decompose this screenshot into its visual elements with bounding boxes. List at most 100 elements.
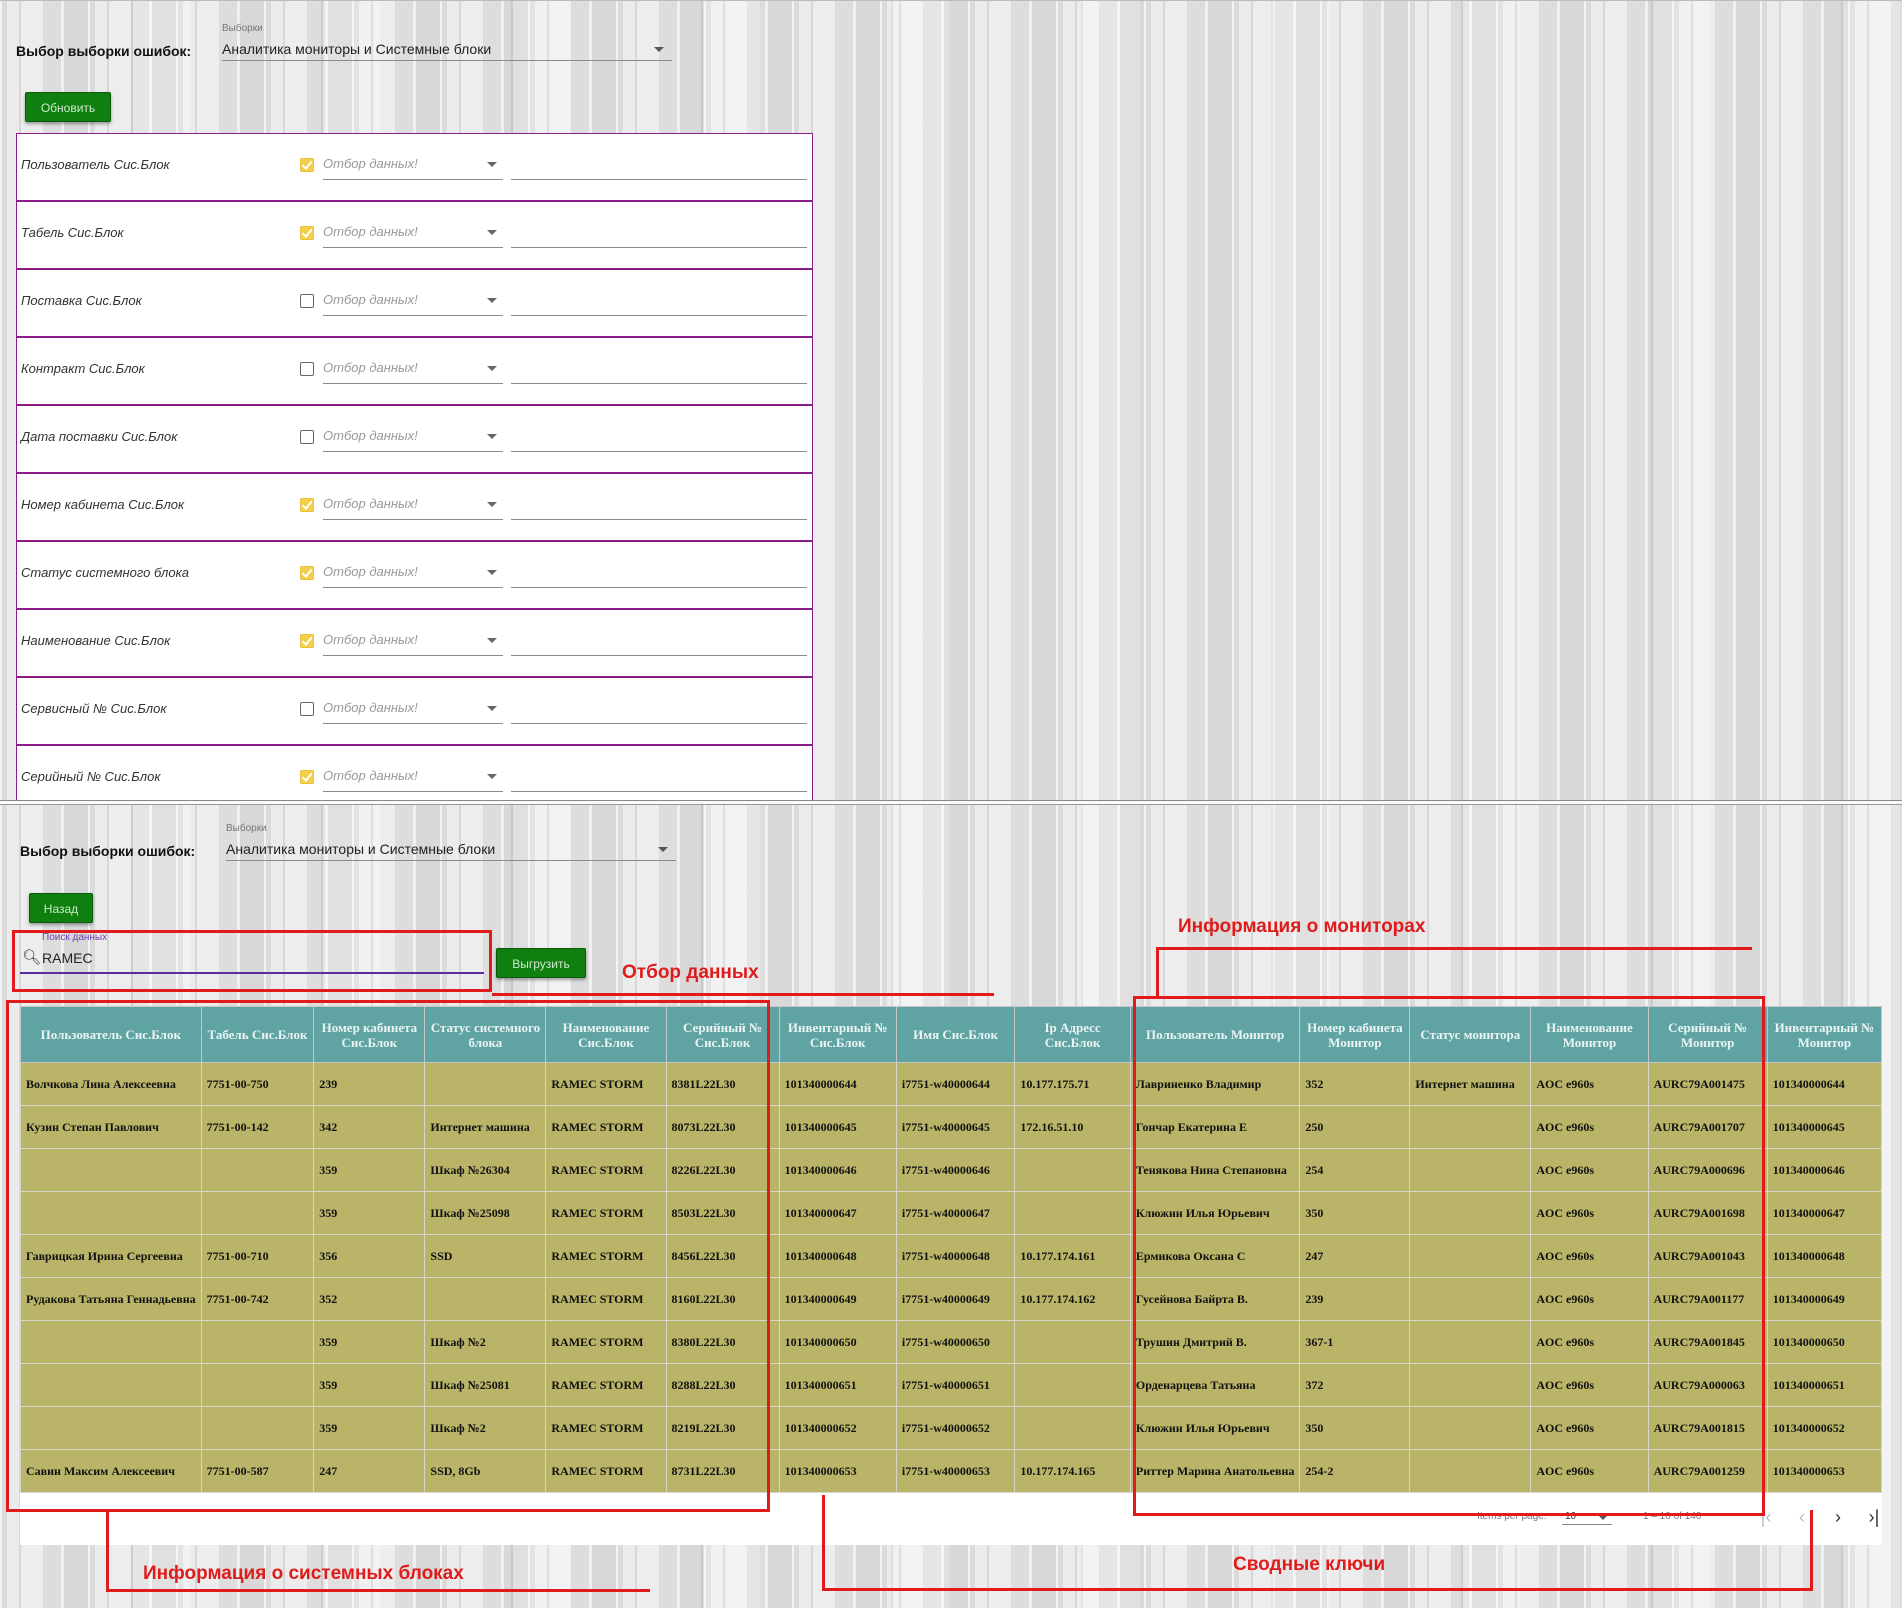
filter-row: Статус системного блока Отбор данных! [17,542,812,610]
table-cell: i7751-w40000649 [895,1277,1016,1321]
filter-value-input[interactable] [511,420,807,452]
filter-placeholder: Отбор данных! [323,292,418,307]
filter-placeholder: Отбор данных! [323,700,418,715]
table-cell: 101340000650 [1766,1320,1882,1364]
table-cell: 101340000652 [778,1406,897,1450]
filter-mode-dropdown[interactable]: Отбор данных! [323,352,503,384]
filter-placeholder: Отбор данных! [323,768,418,783]
filter-mode-dropdown[interactable]: Отбор данных! [323,284,503,316]
filter-placeholder: Отбор данных! [323,496,418,511]
table-cell: i7751-w40000644 [895,1062,1016,1106]
annotation-filter-text: Отбор данных [622,962,759,983]
chevron-down-icon [658,847,668,852]
filter-row: Пользователь Сис.Блок Отбор данных! [17,134,812,202]
filter-row: Номер кабинета Сис.Блок Отбор данных! [17,474,812,542]
refresh-button[interactable]: Обновить [25,92,111,122]
table-cell: 101340000652 [1766,1406,1882,1450]
filter-mode-dropdown[interactable]: Отбор данных! [323,216,503,248]
table-cell: 10.177.175.71 [1014,1062,1131,1106]
filter-mode-dropdown[interactable]: Отбор данных! [323,760,503,792]
filter-value-input[interactable] [511,556,807,588]
table-cell [1014,1191,1131,1235]
filter-value-input[interactable] [511,148,807,180]
filter-checkbox[interactable] [300,566,314,580]
filter-checkbox[interactable] [300,362,314,376]
table-cell: 101340000651 [778,1363,897,1407]
annotation-line [106,1512,109,1592]
table-cell: i7751-w40000648 [895,1234,1016,1278]
table-cell [1014,1148,1131,1192]
table-cell: i7751-w40000645 [895,1105,1016,1149]
table-cell: 101340000648 [1766,1234,1882,1278]
chevron-down-icon [487,366,497,371]
table-cell: 101340000646 [1766,1148,1882,1192]
filter-checkbox[interactable] [300,226,314,240]
selector-value: Аналитика мониторы и Системные блоки [226,841,496,857]
table-cell: 101340000653 [1766,1449,1882,1493]
chevron-down-icon [487,230,497,235]
filter-value-input[interactable] [511,624,807,656]
column-header[interactable]: Инвентарный № Монитор [1766,1006,1882,1063]
back-button[interactable]: Назад [29,893,93,923]
filter-mode-dropdown[interactable]: Отбор данных! [323,692,503,724]
filter-mode-dropdown[interactable]: Отбор данных! [323,624,503,656]
table-cell: i7751-w40000646 [895,1148,1016,1192]
annotation-monitors-text: Информация о мониторах [1178,916,1426,937]
table-cell: 101340000650 [778,1320,897,1364]
chevron-down-icon [487,298,497,303]
table-cell: 101340000645 [778,1105,897,1149]
table-cell: i7751-w40000650 [895,1320,1016,1364]
filter-checkbox[interactable] [300,770,314,784]
table-cell: 101340000645 [1766,1105,1882,1149]
filter-label: Серийный № Сис.Блок [21,769,161,784]
filter-checkbox[interactable] [300,158,314,172]
filter-value-input[interactable] [511,692,807,724]
filter-checkbox[interactable] [300,430,314,444]
filter-row: Контракт Сис.Блок Отбор данных! [17,338,812,406]
table-cell: 101340000644 [1766,1062,1882,1106]
chevron-down-icon [487,162,497,167]
filter-checkbox[interactable] [300,498,314,512]
selection-dropdown[interactable]: Выборки Аналитика мониторы и Системные б… [222,23,672,61]
table-cell: 101340000649 [778,1277,897,1321]
filter-mode-dropdown[interactable]: Отбор данных! [323,148,503,180]
chevron-down-icon [487,638,497,643]
column-header[interactable]: Имя Сис.Блок [895,1006,1016,1063]
filter-row: Дата поставки Сис.Блок Отбор данных! [17,406,812,474]
filter-checkbox[interactable] [300,702,314,716]
export-button[interactable]: Выгрузить [496,948,586,978]
filter-value-input[interactable] [511,284,807,316]
filter-mode-dropdown[interactable]: Отбор данных! [323,420,503,452]
selector-caption: Выборки [226,823,267,834]
filter-placeholder: Отбор данных! [323,156,418,171]
column-header[interactable]: Инвентарный № Сис.Блок [778,1006,897,1063]
table-cell: 172.16.51.10 [1014,1105,1131,1149]
chevron-down-icon [654,47,664,52]
table-cell: 101340000651 [1766,1363,1882,1407]
filter-value-input[interactable] [511,760,807,792]
filter-value-input[interactable] [511,352,807,384]
search-highlight-box [12,930,492,992]
filter-row: Сервисный № Сис.Блок Отбор данных! [17,678,812,746]
filter-value-input[interactable] [511,488,807,520]
last-page-icon[interactable]: ›| [1860,1503,1888,1531]
next-page-icon[interactable]: › [1824,1503,1852,1531]
column-filter-list: Пользователь Сис.Блок Отбор данных! Табель… [16,133,813,802]
column-header[interactable]: Ip Адресс Сис.Блок [1014,1006,1131,1063]
filter-checkbox[interactable] [300,294,314,308]
table-cell: 10.177.174.165 [1014,1449,1131,1493]
table-cell: i7751-w40000651 [895,1363,1016,1407]
filter-label: Наименование Сис.Блок [21,633,171,648]
table-cell [1014,1320,1131,1364]
filter-mode-dropdown[interactable]: Отбор данных! [323,488,503,520]
filter-mode-dropdown[interactable]: Отбор данных! [323,556,503,588]
table-cell: 101340000647 [1766,1191,1882,1235]
selector-label: Выбор выборки ошибок: [20,843,196,859]
filter-value-input[interactable] [511,216,807,248]
selection-dropdown[interactable]: Выборки Аналитика мониторы и Системные б… [226,823,676,861]
annotation-line [822,1495,825,1591]
annotation-line [1810,1510,1813,1590]
table-cell: 101340000653 [778,1449,897,1493]
filter-row: Табель Сис.Блок Отбор данных! [17,202,812,270]
filter-checkbox[interactable] [300,634,314,648]
